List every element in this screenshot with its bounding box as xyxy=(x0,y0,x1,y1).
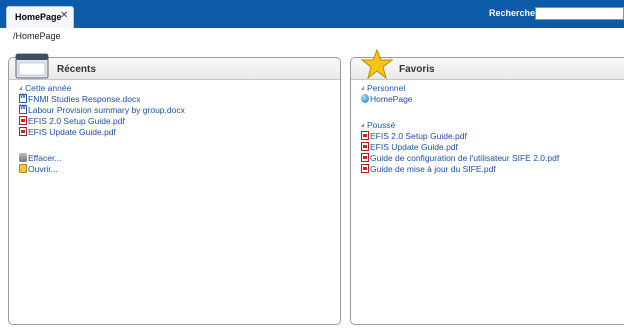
pdf-icon xyxy=(361,164,369,173)
folder-icon xyxy=(19,164,27,173)
eraser-icon xyxy=(19,153,27,162)
search-input[interactable] xyxy=(535,7,624,20)
favorites-panel: Favoris Personnel HomePage Poussé EFIS 2… xyxy=(350,49,624,325)
clear-recents-link[interactable]: Effacer... xyxy=(19,153,61,163)
word-doc-icon xyxy=(19,94,27,103)
tab-label: HomePage xyxy=(15,12,62,22)
recents-group-this-year[interactable]: Cette année xyxy=(19,83,71,93)
expand-triangle-icon xyxy=(361,123,364,127)
recents-panel: Récents Cette année FNMI Studies Respons… xyxy=(8,53,341,325)
close-icon[interactable]: ✕ xyxy=(60,10,68,21)
favorite-item[interactable]: EFIS Update Guide.pdf xyxy=(361,142,458,152)
expand-triangle-icon xyxy=(361,86,364,90)
recent-item[interactable]: FNMI Studies Response.docx xyxy=(19,94,140,104)
recent-item[interactable]: Labour Provision summary by group.docx xyxy=(19,105,185,115)
favorites-group-pushed[interactable]: Poussé xyxy=(361,120,395,130)
favorite-item-homepage[interactable]: HomePage xyxy=(361,94,413,104)
breadcrumb: /HomePage xyxy=(13,31,61,41)
favorite-item[interactable]: EFIS 2.0 Setup Guide.pdf xyxy=(361,131,467,141)
recents-panel-header: Récents xyxy=(9,53,340,80)
favorite-item[interactable]: Guide de mise à jour du SIFE.pdf xyxy=(361,164,496,174)
star-icon xyxy=(361,49,393,79)
pdf-icon xyxy=(19,116,27,125)
recent-item[interactable]: EFIS 2.0 Setup Guide.pdf xyxy=(19,116,125,126)
favorites-title: Favoris xyxy=(399,64,435,75)
favorites-panel-header: Favoris xyxy=(351,49,624,80)
search-label: Rechercher: xyxy=(489,8,542,18)
pdf-icon xyxy=(361,153,369,162)
tab-homepage[interactable]: HomePage ✕ xyxy=(6,6,74,28)
favorites-group-personal[interactable]: Personnel xyxy=(361,83,405,93)
recents-title: Récents xyxy=(57,64,96,75)
open-link[interactable]: Ouvrir... xyxy=(19,164,58,174)
top-bar: HomePage ✕ Rechercher: xyxy=(0,0,624,28)
favorite-item[interactable]: Guide de configuration de l'utilisateur … xyxy=(361,153,559,163)
pdf-icon xyxy=(361,142,369,151)
expand-triangle-icon xyxy=(19,86,22,90)
recent-item[interactable]: EFIS Update Guide.pdf xyxy=(19,127,116,137)
home-icon xyxy=(361,94,369,103)
pdf-icon xyxy=(19,127,27,136)
word-doc-icon xyxy=(19,105,27,114)
window-icon xyxy=(15,53,49,79)
pdf-icon xyxy=(361,131,369,140)
